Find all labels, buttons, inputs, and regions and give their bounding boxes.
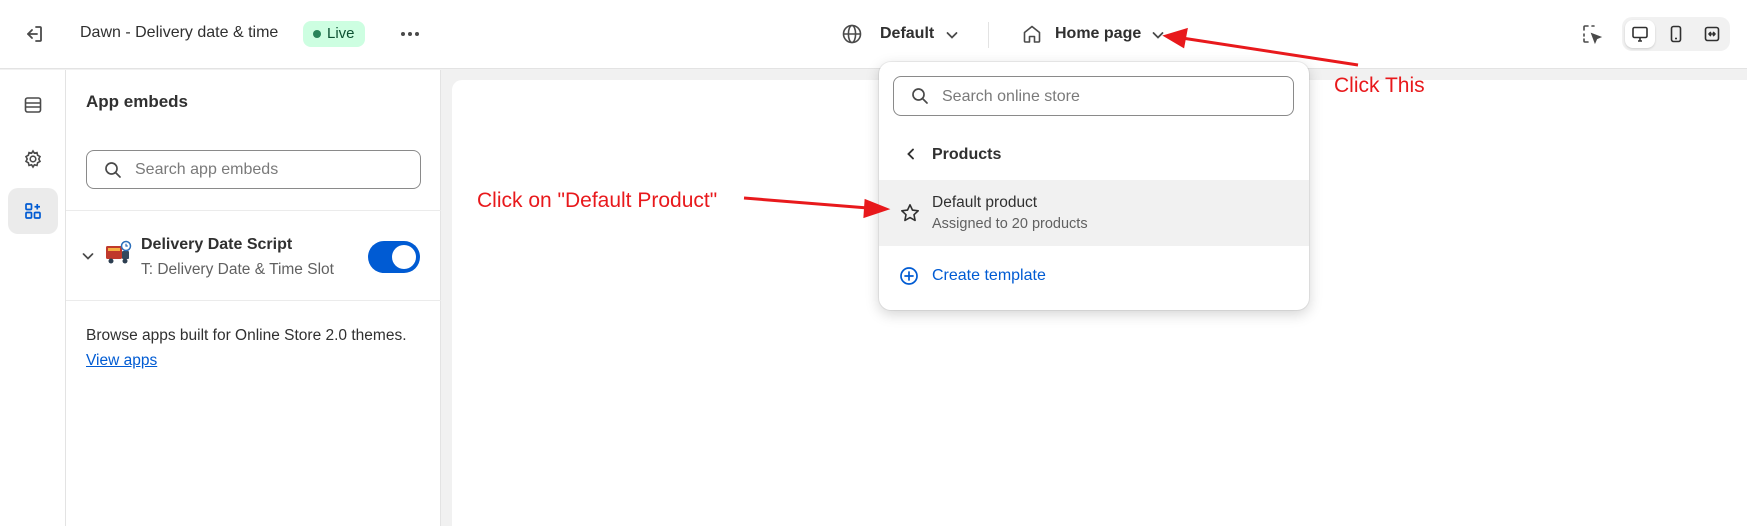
search-icon [912,88,928,104]
browse-apps-text: Browse apps built for Online Store 2.0 t… [86,327,407,344]
annotation-click-default: Click on "Default Product" [477,189,718,212]
search-icon [105,162,121,178]
item-subtitle: Assigned to 20 products [932,216,1088,232]
page-selector[interactable]: Home page [1055,25,1141,43]
mobile-view-icon[interactable] [1661,20,1691,48]
search-field[interactable] [893,76,1294,116]
template-selector-popover: Products Default product Assigned to 20 … [879,62,1309,310]
inspector-icon[interactable] [1580,22,1604,46]
globe-icon[interactable] [841,23,863,45]
embed-enable-toggle[interactable] [368,241,420,273]
embed-subtitle: T: Delivery Date & Time Slot [141,261,334,278]
fullscreen-view-icon[interactable] [1697,20,1727,48]
sections-icon[interactable] [8,82,58,128]
chevron-down-icon[interactable] [80,248,96,264]
panel-title: App embeds [86,92,189,111]
default-product-item[interactable]: Default product Assigned to 20 products [879,180,1309,246]
search-input[interactable] [135,159,405,181]
search-input[interactable] [942,86,1272,108]
plus-circle-icon[interactable] [899,266,919,286]
create-template-button[interactable]: Create template [932,267,1046,285]
home-icon[interactable] [1021,23,1043,45]
exit-icon[interactable] [22,22,46,46]
settings-gear-icon[interactable] [8,136,58,182]
store-selector[interactable]: Default [880,25,934,43]
app-embeds-panel: App embeds Delivery Date Script T: Deliv… [66,70,441,526]
view-apps-link[interactable]: View apps [86,352,157,370]
more-actions-icon[interactable] [398,22,422,46]
viewport-switcher [1622,17,1730,51]
app-embeds-icon[interactable] [8,188,58,234]
item-name: Default product [932,194,1038,211]
left-rail [0,70,66,526]
section-title[interactable]: Products [932,146,1001,164]
divider [988,22,989,48]
chevron-left-icon[interactable] [903,146,919,162]
chevron-down-icon[interactable] [1150,27,1166,43]
desktop-view-icon[interactable] [1625,20,1655,48]
theme-title: Dawn - Delivery date & time [80,24,279,41]
top-bar: Dawn - Delivery date & time Live Default… [0,0,1747,69]
star-icon [899,202,921,224]
search-field[interactable] [86,150,421,189]
annotation-click-this: Click This [1334,74,1425,97]
divider [66,300,441,301]
delivery-truck-icon [104,240,132,268]
chevron-down-icon[interactable] [944,27,960,43]
divider [66,210,441,211]
embed-name: Delivery Date Script [141,236,293,253]
live-badge: Live [303,21,365,47]
